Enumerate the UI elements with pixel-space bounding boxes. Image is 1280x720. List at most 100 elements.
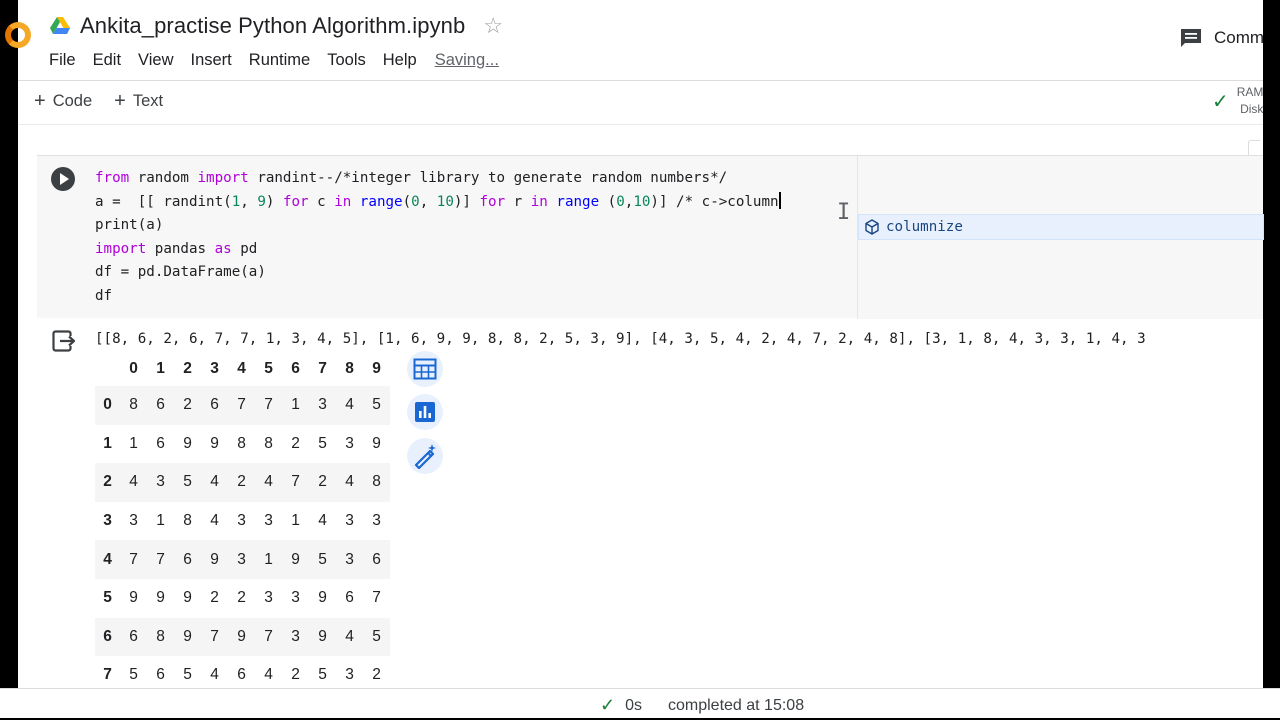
code-editor[interactable]: from random import randint--/*integer li… [95,167,781,308]
table-cell: 9 [183,627,192,645]
ram-label: RAM [1236,85,1264,99]
table-cell: 8 [156,627,165,645]
table-cell: 3 [237,512,246,530]
table-cell: 7 [156,550,165,568]
column-header: 0 [129,360,138,377]
column-header: 6 [291,360,300,377]
table-cell: 4 [345,396,354,414]
row-index: 6 [103,627,112,645]
code-line[interactable]: from random import randint--/*integer li… [95,167,781,191]
table-cell: 8 [264,434,273,452]
column-header: 7 [318,360,327,377]
dataframe-table: 0123456789 08626771345116998825392435424… [95,352,390,695]
table-cell: 3 [345,550,354,568]
magic-wand-icon [414,444,436,469]
google-drive-icon[interactable] [50,17,70,35]
column-header: 2 [183,360,192,377]
table-cell: 3 [345,512,354,530]
comment-label: Comm [1214,28,1265,47]
comment-button[interactable]: Comm [1180,28,1264,48]
cube-icon [865,219,879,235]
table-cell: 4 [210,512,219,530]
window-frame-left [0,0,18,720]
table-cell: 9 [210,550,219,568]
notebook-title[interactable]: Ankita_practise Python Algorithm.ipynb [80,13,465,39]
table-cell: 7 [129,550,138,568]
resources-indicator[interactable]: ✓ RAM Disk [1212,84,1263,118]
cell-toolbar: + Code + Text [34,89,185,113]
table-cell: 3 [345,434,354,452]
menu-view[interactable]: View [138,51,173,70]
autocomplete-item[interactable]: columnize [858,214,1264,240]
column-header: 1 [156,360,165,377]
table-cell: 5 [372,627,381,645]
code-line[interactable]: a = [[ randint(1, 9) for c in range(0, 1… [95,191,781,215]
toolbar-divider [18,124,1263,125]
table-cell: 1 [129,434,138,452]
code-line[interactable]: print(a) [95,214,781,238]
table-cell: 6 [210,396,219,414]
table-cell: 8 [237,434,246,452]
menu-edit[interactable]: Edit [93,51,121,70]
column-header: 3 [210,360,219,377]
output-icon[interactable] [52,330,76,352]
code-cell[interactable]: from random import randint--/*integer li… [37,155,1264,319]
table-cell: 8 [129,396,138,414]
run-cell-button[interactable] [51,167,75,191]
add-code-label: Code [52,91,93,110]
add-text-button[interactable]: + Text [114,91,163,111]
resources-text: RAM Disk [1237,84,1264,118]
row-index: 3 [103,512,112,530]
convert-to-table-button[interactable] [407,351,443,387]
menu-runtime[interactable]: Runtime [249,51,310,70]
code-line[interactable]: df [95,285,781,309]
menu-bar: File Edit View Insert Runtime Tools Help… [49,48,499,72]
suggest-charts-button[interactable] [407,394,443,430]
plus-icon: + [34,90,46,112]
comment-icon [1181,29,1201,47]
menu-insert[interactable]: Insert [191,51,232,70]
star-icon[interactable]: ☆ [483,13,503,39]
table-cell: 8 [372,473,381,491]
table-cell: 2 [210,589,219,607]
table-cell: 5 [318,434,327,452]
table-cell: 7 [264,396,273,414]
table-cell: 9 [210,434,219,452]
table-cell: 2 [183,396,192,414]
bar-chart-icon [415,402,435,422]
generate-code-button[interactable] [407,438,443,474]
code-line[interactable]: import pandas as pd [95,238,781,262]
menu-help[interactable]: Help [383,51,417,70]
colab-logo-icon[interactable] [5,22,31,48]
table-cell: 4 [345,627,354,645]
table-cell: 7 [210,627,219,645]
row-index: 4 [103,550,112,568]
table-cell: 1 [291,512,300,530]
execution-status[interactable]: ✓ 0s completed at 15:08 [600,695,804,716]
column-header: 9 [372,360,381,377]
table-cell: 3 [264,589,273,607]
table-cell: 9 [318,589,327,607]
notebook-title-row: Ankita_practise Python Algorithm.ipynb ☆ [50,10,503,42]
saving-status[interactable]: Saving... [435,51,499,70]
table-cell: 3 [291,627,300,645]
menu-file[interactable]: File [49,51,76,70]
table-row: 59992233967 [95,578,390,618]
row-index: 5 [103,589,112,607]
table-cell: 4 [129,473,138,491]
autocomplete-panel: columnize [857,156,1264,319]
add-text-label: Text [132,91,164,110]
text-cursor [778,191,781,209]
cell-gutter [37,156,89,319]
table-row: 66897973945 [95,617,390,657]
disk-label: Disk [1240,102,1264,116]
table-row: 08626771345 [95,386,390,425]
code-line[interactable]: df = pd.DataFrame(a) [95,261,781,285]
table-cell: 9 [318,627,327,645]
execution-duration: 0s [625,696,642,714]
add-code-button[interactable]: + Code [34,91,92,111]
table-cell: 5 [183,473,192,491]
table-cell: 8 [183,512,192,530]
menu-tools[interactable]: Tools [327,51,366,70]
table-cell: 4 [345,473,354,491]
